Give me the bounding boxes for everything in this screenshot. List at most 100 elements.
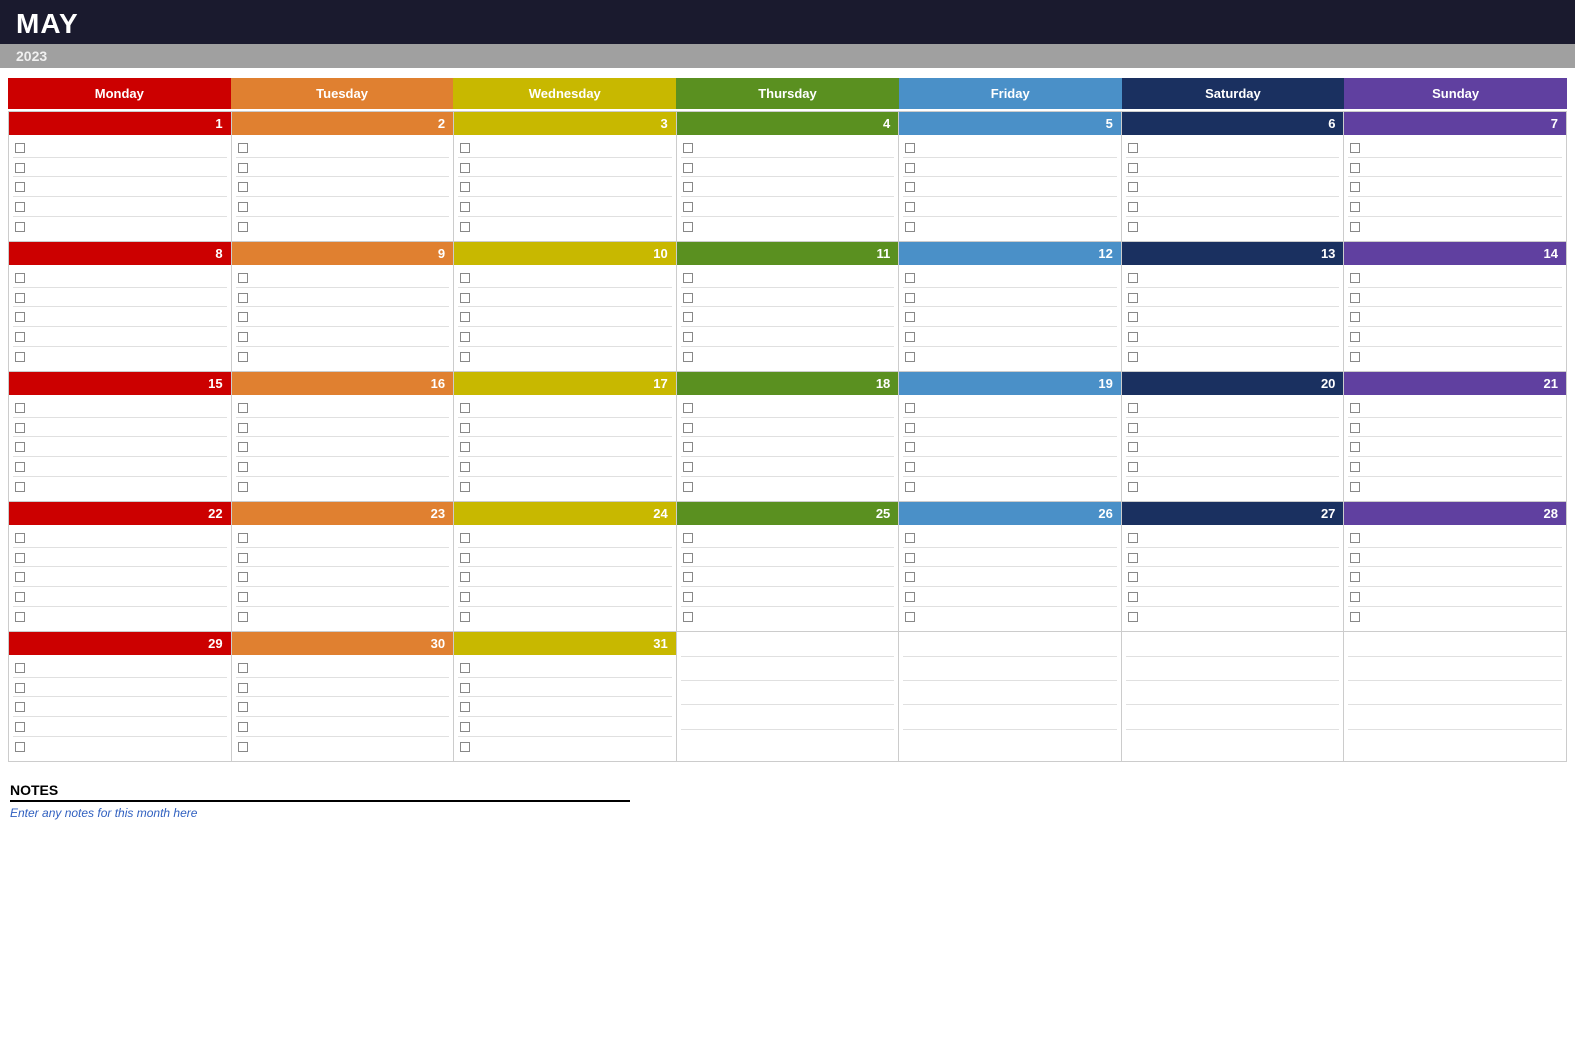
task-line[interactable] xyxy=(13,309,227,327)
checkbox-icon[interactable] xyxy=(1128,553,1138,563)
checkbox-icon[interactable] xyxy=(460,312,470,322)
checkbox-icon[interactable] xyxy=(683,332,693,342)
checkbox-icon[interactable] xyxy=(905,592,915,602)
checkbox-icon[interactable] xyxy=(683,143,693,153)
checkbox-icon[interactable] xyxy=(460,462,470,472)
task-line[interactable] xyxy=(903,348,1117,366)
checkbox-icon[interactable] xyxy=(460,663,470,673)
task-line[interactable] xyxy=(236,179,450,197)
checkbox-icon[interactable] xyxy=(1350,293,1360,303)
checkbox-icon[interactable] xyxy=(1350,482,1360,492)
task-line[interactable] xyxy=(681,478,895,496)
checkbox-icon[interactable] xyxy=(460,143,470,153)
task-line[interactable] xyxy=(236,270,450,288)
checkbox-icon[interactable] xyxy=(1128,403,1138,413)
task-line[interactable] xyxy=(681,589,895,607)
task-line[interactable] xyxy=(681,439,895,457)
checkbox-icon[interactable] xyxy=(15,163,25,173)
task-line[interactable] xyxy=(681,400,895,418)
task-line[interactable] xyxy=(681,419,895,437)
checkbox-icon[interactable] xyxy=(1350,143,1360,153)
task-line[interactable] xyxy=(458,419,672,437)
task-line[interactable] xyxy=(13,159,227,177)
checkbox-icon[interactable] xyxy=(460,702,470,712)
checkbox-icon[interactable] xyxy=(1128,592,1138,602)
checkbox-icon[interactable] xyxy=(15,312,25,322)
checkbox-icon[interactable] xyxy=(905,163,915,173)
task-line[interactable] xyxy=(903,478,1117,496)
task-line[interactable] xyxy=(1348,199,1562,217)
checkbox-icon[interactable] xyxy=(1128,202,1138,212)
task-line[interactable] xyxy=(903,569,1117,587)
checkbox-icon[interactable] xyxy=(15,403,25,413)
task-line[interactable] xyxy=(236,439,450,457)
task-line[interactable] xyxy=(458,549,672,567)
task-line[interactable] xyxy=(236,719,450,737)
checkbox-icon[interactable] xyxy=(15,332,25,342)
checkbox-icon[interactable] xyxy=(683,482,693,492)
checkbox-icon[interactable] xyxy=(1128,312,1138,322)
checkbox-icon[interactable] xyxy=(683,442,693,452)
checkbox-icon[interactable] xyxy=(905,533,915,543)
task-line[interactable] xyxy=(1348,289,1562,307)
task-line[interactable] xyxy=(13,569,227,587)
checkbox-icon[interactable] xyxy=(1350,592,1360,602)
task-line[interactable] xyxy=(236,549,450,567)
checkbox-icon[interactable] xyxy=(238,293,248,303)
checkbox-icon[interactable] xyxy=(683,553,693,563)
checkbox-icon[interactable] xyxy=(238,482,248,492)
task-line[interactable] xyxy=(681,289,895,307)
task-line[interactable] xyxy=(236,348,450,366)
checkbox-icon[interactable] xyxy=(15,423,25,433)
task-line[interactable] xyxy=(1348,348,1562,366)
checkbox-icon[interactable] xyxy=(1128,533,1138,543)
task-line[interactable] xyxy=(681,140,895,158)
checkbox-icon[interactable] xyxy=(460,352,470,362)
checkbox-icon[interactable] xyxy=(1350,312,1360,322)
task-line[interactable] xyxy=(681,569,895,587)
checkbox-icon[interactable] xyxy=(1350,202,1360,212)
task-line[interactable] xyxy=(458,459,672,477)
task-line[interactable] xyxy=(236,530,450,548)
checkbox-icon[interactable] xyxy=(683,222,693,232)
task-line[interactable] xyxy=(458,309,672,327)
task-line[interactable] xyxy=(13,660,227,678)
task-line[interactable] xyxy=(903,159,1117,177)
task-line[interactable] xyxy=(236,400,450,418)
checkbox-icon[interactable] xyxy=(1350,423,1360,433)
task-line[interactable] xyxy=(236,738,450,756)
checkbox-icon[interactable] xyxy=(15,273,25,283)
task-line[interactable] xyxy=(458,159,672,177)
checkbox-icon[interactable] xyxy=(460,332,470,342)
task-line[interactable] xyxy=(903,459,1117,477)
checkbox-icon[interactable] xyxy=(1350,273,1360,283)
checkbox-icon[interactable] xyxy=(1350,572,1360,582)
checkbox-icon[interactable] xyxy=(905,182,915,192)
checkbox-icon[interactable] xyxy=(15,222,25,232)
checkbox-icon[interactable] xyxy=(15,182,25,192)
checkbox-icon[interactable] xyxy=(238,683,248,693)
checkbox-icon[interactable] xyxy=(238,352,248,362)
checkbox-icon[interactable] xyxy=(460,722,470,732)
checkbox-icon[interactable] xyxy=(238,742,248,752)
checkbox-icon[interactable] xyxy=(683,423,693,433)
checkbox-icon[interactable] xyxy=(905,482,915,492)
task-line[interactable] xyxy=(458,478,672,496)
checkbox-icon[interactable] xyxy=(238,702,248,712)
checkbox-icon[interactable] xyxy=(15,533,25,543)
task-line[interactable] xyxy=(1126,478,1340,496)
task-line[interactable] xyxy=(13,719,227,737)
task-line[interactable] xyxy=(1348,179,1562,197)
checkbox-icon[interactable] xyxy=(238,143,248,153)
checkbox-icon[interactable] xyxy=(460,222,470,232)
checkbox-icon[interactable] xyxy=(238,163,248,173)
checkbox-icon[interactable] xyxy=(460,423,470,433)
checkbox-icon[interactable] xyxy=(238,273,248,283)
checkbox-icon[interactable] xyxy=(905,202,915,212)
task-line[interactable] xyxy=(681,218,895,236)
checkbox-icon[interactable] xyxy=(238,312,248,322)
checkbox-icon[interactable] xyxy=(905,332,915,342)
checkbox-icon[interactable] xyxy=(238,222,248,232)
task-line[interactable] xyxy=(1126,608,1340,626)
task-line[interactable] xyxy=(903,589,1117,607)
